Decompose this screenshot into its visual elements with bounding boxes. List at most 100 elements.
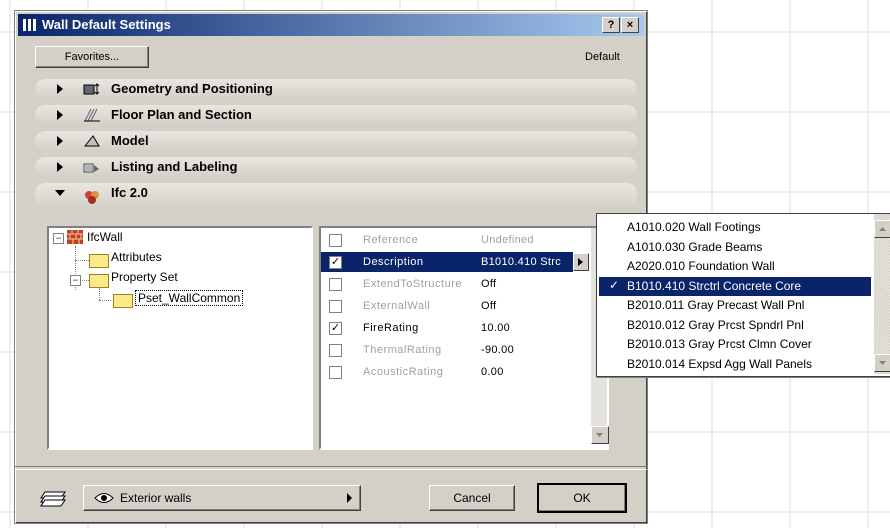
folder-icon bbox=[113, 294, 133, 308]
section-label: Floor Plan and Section bbox=[111, 107, 252, 122]
property-name: ExternalWall bbox=[363, 300, 431, 312]
property-checkbox[interactable] bbox=[329, 366, 342, 379]
arrow-right-icon bbox=[578, 258, 583, 266]
dropdown-option-label: B2010.012 Gray Prcst Spndrl Pnl bbox=[627, 317, 804, 332]
description-dropdown-popup[interactable]: A1010.020 Wall Footings A1010.030 Grade B… bbox=[596, 213, 890, 377]
dropdown-option[interactable]: B2010.014 Expsd Agg Wall Panels bbox=[599, 355, 871, 374]
model-icon bbox=[83, 135, 100, 147]
property-name: ThermalRating bbox=[363, 344, 442, 356]
scroll-up-button[interactable] bbox=[874, 220, 890, 238]
property-row[interactable]: AcousticRating 0.00 bbox=[321, 362, 583, 382]
property-value[interactable]: Off bbox=[481, 278, 496, 290]
wall-app-icon bbox=[23, 19, 36, 31]
property-row[interactable]: ✓ FireRating 10.00 bbox=[321, 318, 583, 338]
layers-icon bbox=[40, 491, 66, 507]
property-checkbox[interactable]: ✓ bbox=[329, 322, 342, 335]
property-checkbox[interactable]: ✓ bbox=[329, 256, 342, 269]
section-label: Geometry and Positioning bbox=[111, 81, 273, 96]
title-bar[interactable]: Wall Default Settings ? × bbox=[18, 14, 644, 36]
help-button[interactable]: ? bbox=[602, 17, 620, 33]
property-row[interactable]: ExtendToStructure Off bbox=[321, 274, 583, 294]
property-checkbox[interactable] bbox=[329, 300, 342, 313]
tree-collapse-toggle[interactable]: − bbox=[53, 233, 64, 244]
section-label: Model bbox=[111, 133, 149, 148]
ifc-icon bbox=[85, 191, 99, 204]
arrow-down-icon bbox=[879, 361, 886, 365]
property-value[interactable]: Off bbox=[481, 300, 496, 312]
scroll-down-button[interactable] bbox=[874, 354, 890, 372]
property-value[interactable]: -90.00 bbox=[481, 344, 514, 356]
property-row[interactable]: ExternalWall Off bbox=[321, 296, 583, 316]
property-checkbox[interactable] bbox=[329, 234, 342, 247]
window-title: Wall Default Settings bbox=[42, 17, 171, 32]
dropdown-arrow-button[interactable] bbox=[573, 253, 589, 271]
tree-collapse-toggle[interactable]: − bbox=[70, 275, 81, 286]
expand-arrow-icon bbox=[57, 136, 63, 146]
collapse-arrow-icon bbox=[55, 190, 65, 196]
section-model[interactable]: Model bbox=[35, 131, 637, 151]
dropdown-option[interactable]: A1010.030 Grade Beams bbox=[599, 238, 871, 257]
dropdown-option[interactable]: B2010.012 Gray Prcst Spndrl Pnl bbox=[599, 316, 871, 335]
property-value[interactable]: 10.00 bbox=[481, 322, 510, 334]
section-label: Ifc 2.0 bbox=[111, 185, 148, 200]
property-name: AcousticRating bbox=[363, 366, 444, 378]
property-name: ExtendToStructure bbox=[363, 278, 462, 290]
expand-arrow-icon bbox=[57, 162, 63, 172]
property-row[interactable]: ✓ Description B1010.410 Strc bbox=[321, 252, 589, 272]
tree-connector bbox=[99, 300, 111, 301]
wall-default-settings-dialog: Wall Default Settings ? × Favorites... D… bbox=[14, 10, 648, 524]
dropdown-option-label: B1010.410 Strctrl Concrete Core bbox=[627, 278, 802, 293]
ok-button[interactable]: OK bbox=[537, 483, 627, 513]
layer-name: Exterior walls bbox=[120, 491, 192, 505]
folder-icon bbox=[89, 254, 109, 268]
section-floor-plan-and-section[interactable]: Floor Plan and Section bbox=[35, 105, 637, 125]
dropdown-option[interactable]: B2010.011 Gray Precast Wall Pnl bbox=[599, 296, 871, 315]
property-checkbox[interactable] bbox=[329, 344, 342, 357]
dropdown-scrollbar[interactable] bbox=[874, 214, 890, 374]
listing-icon bbox=[83, 163, 99, 173]
layer-selector[interactable]: Exterior walls bbox=[83, 485, 361, 511]
section-ifc-2-0[interactable]: Ifc 2.0 bbox=[35, 183, 637, 209]
dropdown-option-label: B2010.014 Expsd Agg Wall Panels bbox=[627, 356, 813, 371]
ifc-tree-panel[interactable]: − IfcWall Attributes − Property Set Pset… bbox=[47, 226, 313, 450]
section-geometry-and-positioning[interactable]: Geometry and Positioning bbox=[35, 79, 637, 99]
arrow-down-icon bbox=[596, 433, 603, 437]
section-listing-and-labeling[interactable]: Listing and Labeling bbox=[35, 157, 637, 177]
close-button[interactable]: × bbox=[621, 17, 639, 33]
tree-node-ifcwall[interactable]: IfcWall bbox=[87, 230, 123, 244]
dropdown-option-label: B2010.013 Gray Prcst Clmn Cover bbox=[627, 337, 812, 351]
eye-icon bbox=[94, 493, 114, 503]
footer-divider bbox=[15, 466, 647, 470]
property-value[interactable]: Undefined bbox=[481, 234, 534, 246]
tree-connector bbox=[75, 260, 89, 261]
arrow-up-icon bbox=[879, 227, 886, 231]
tree-node-attributes[interactable]: Attributes bbox=[111, 250, 162, 264]
dropdown-option-label: B2010.011 Gray Precast Wall Pnl bbox=[627, 298, 805, 312]
property-checkbox[interactable] bbox=[329, 278, 342, 291]
dropdown-option-label: A1010.030 Grade Beams bbox=[627, 239, 763, 254]
property-value[interactable]: 0.00 bbox=[481, 366, 504, 378]
default-label: Default bbox=[585, 51, 620, 63]
property-row[interactable]: Reference Undefined bbox=[321, 230, 583, 250]
property-list-panel[interactable]: Reference Undefined ✓ Description B1010.410 … bbox=[319, 226, 609, 450]
checkmark-icon: ✓ bbox=[609, 277, 620, 292]
section-label: Listing and Labeling bbox=[111, 159, 238, 174]
dropdown-option[interactable]: A2020.010 Foundation Wall bbox=[599, 257, 871, 276]
property-row[interactable]: ThermalRating -90.00 bbox=[321, 340, 583, 360]
scroll-down-button[interactable] bbox=[591, 426, 609, 444]
tree-node-pset-wallcommon[interactable]: Pset_WallCommon bbox=[135, 290, 244, 306]
dropdown-option-label: A1010.020 Wall Footings bbox=[627, 220, 761, 234]
favorites-button[interactable]: Favorites... bbox=[35, 46, 149, 68]
expand-arrow-icon bbox=[57, 84, 63, 94]
property-value[interactable]: B1010.410 Strc bbox=[481, 256, 561, 268]
dropdown-option[interactable]: B2010.013 Gray Prcst Clmn Cover bbox=[599, 335, 871, 354]
cancel-button[interactable]: Cancel bbox=[429, 485, 515, 511]
property-name: FireRating bbox=[363, 322, 419, 334]
wall-geometry-icon bbox=[83, 83, 100, 95]
dropdown-option[interactable]: ✓ B1010.410 Strctrl Concrete Core bbox=[599, 276, 871, 296]
dropdown-option[interactable]: A1010.020 Wall Footings bbox=[599, 218, 871, 237]
brick-wall-icon bbox=[67, 230, 83, 244]
tree-node-property-set[interactable]: Property Set bbox=[111, 270, 178, 284]
property-name: Description bbox=[363, 256, 424, 268]
folder-icon bbox=[89, 274, 109, 288]
